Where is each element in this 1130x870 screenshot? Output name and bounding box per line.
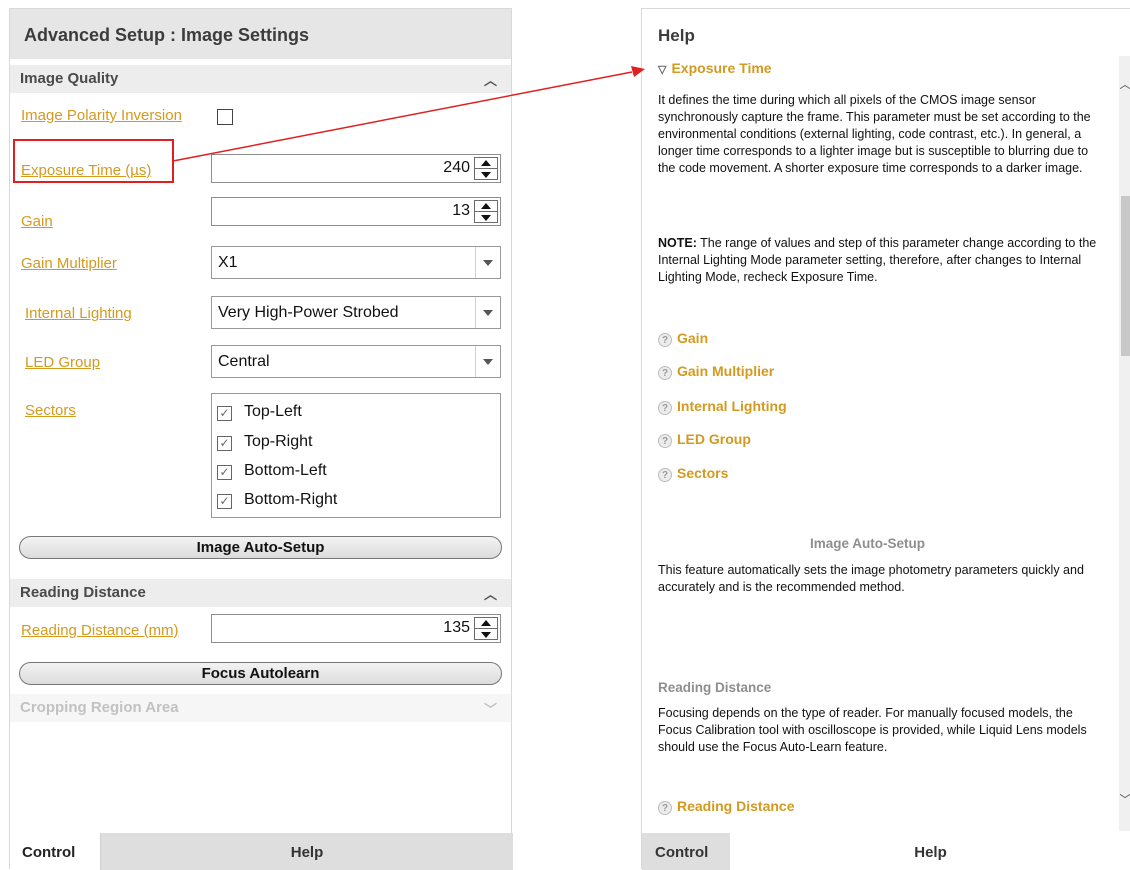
tab-control[interactable]: Control bbox=[10, 833, 100, 870]
scroll-down-icon[interactable]: ﹀ bbox=[1119, 791, 1130, 806]
help-circle-icon: ? bbox=[658, 401, 672, 415]
internal-lighting-link[interactable]: Internal Lighting bbox=[25, 305, 132, 322]
sector-label: Bottom-Left bbox=[244, 462, 327, 479]
help-link-internal-lighting[interactable]: ? Internal Lighting bbox=[658, 398, 787, 418]
chevron-down-icon[interactable] bbox=[475, 247, 500, 278]
decrement-button[interactable] bbox=[475, 212, 497, 223]
help-circle-icon: ? bbox=[658, 434, 672, 448]
reading-distance-heading: Reading Distance bbox=[658, 680, 772, 695]
scroll-thumb[interactable] bbox=[1121, 196, 1130, 356]
image-auto-setup-text: This feature automatically sets the imag… bbox=[658, 563, 1084, 594]
tab-help[interactable]: Help bbox=[730, 833, 1130, 870]
help-title: Help bbox=[658, 26, 695, 45]
cropping-region-section-header: Cropping Region Area ﹀ bbox=[10, 694, 511, 722]
section-title: Cropping Region Area bbox=[20, 699, 179, 716]
panel-title: Advanced Setup : Image Settings bbox=[10, 9, 511, 59]
led-group-link[interactable]: LED Group bbox=[25, 354, 100, 371]
image-quality-section-header[interactable]: Image Quality ︿ bbox=[10, 65, 511, 93]
help-link-led-group[interactable]: ? LED Group bbox=[658, 431, 751, 451]
help-link-reading-distance[interactable]: ? Reading Distance bbox=[658, 798, 794, 818]
help-circle-icon: ? bbox=[658, 366, 672, 380]
exposure-description: It defines the time during which all pix… bbox=[658, 93, 1091, 175]
topic-title: Exposure Time bbox=[671, 60, 772, 76]
image-auto-setup-heading: Image Auto-Setup bbox=[810, 536, 926, 551]
chevron-down-icon[interactable] bbox=[475, 297, 500, 328]
select-value: X1 bbox=[218, 254, 238, 271]
chevron-up-icon: ︿ bbox=[483, 73, 497, 88]
checkmark-icon[interactable]: ✓ bbox=[217, 436, 232, 451]
image-polarity-link[interactable]: Image Polarity Inversion bbox=[21, 107, 182, 124]
gain-multiplier-select[interactable]: X1 bbox=[211, 246, 501, 279]
sector-label: Top-Left bbox=[244, 403, 302, 420]
triangle-down-icon: ▽ bbox=[658, 64, 667, 76]
advanced-setup-panel: Advanced Setup : Image Settings Image Qu… bbox=[9, 8, 513, 870]
exposure-time-stepper[interactable]: 240 bbox=[211, 154, 501, 183]
link-label: Gain Multiplier bbox=[677, 363, 775, 379]
stepper-value: 240 bbox=[443, 159, 470, 176]
reading-distance-section-header[interactable]: Reading Distance ︿ bbox=[10, 579, 511, 607]
help-scrollbar[interactable]: ︿ ﹀ bbox=[1119, 56, 1130, 831]
image-auto-setup-button[interactable]: Image Auto-Setup bbox=[19, 536, 502, 559]
image-polarity-checkbox[interactable] bbox=[217, 109, 233, 125]
note-text: The range of values and step of this par… bbox=[658, 236, 1097, 284]
help-link-gain[interactable]: ? Gain bbox=[658, 330, 708, 350]
checkmark-icon[interactable]: ✓ bbox=[217, 494, 232, 509]
exposure-time-topic[interactable]: ▽ Exposure Time bbox=[658, 60, 772, 76]
help-circle-icon: ? bbox=[658, 801, 672, 815]
link-label: Internal Lighting bbox=[677, 398, 787, 414]
gain-multiplier-link[interactable]: Gain Multiplier bbox=[21, 255, 117, 272]
gain-stepper[interactable]: 13 bbox=[211, 197, 501, 226]
stepper-value: 135 bbox=[443, 619, 470, 636]
scroll-up-icon[interactable]: ︿ bbox=[1119, 76, 1130, 91]
help-circle-icon: ? bbox=[658, 333, 672, 347]
stepper-value: 13 bbox=[452, 202, 470, 219]
sector-label: Top-Right bbox=[244, 433, 313, 450]
internal-lighting-select[interactable]: Very High-Power Strobed bbox=[211, 296, 501, 329]
reading-distance-text: Focusing depends on the type of reader. … bbox=[658, 706, 1087, 754]
gain-link[interactable]: Gain bbox=[21, 213, 53, 230]
note-label: NOTE: bbox=[658, 236, 697, 250]
help-panel: Help ▽ Exposure Time It defines the time … bbox=[641, 8, 1130, 870]
chevron-up-icon: ︿ bbox=[483, 587, 497, 602]
chevron-down-icon: ﹀ bbox=[483, 702, 497, 717]
help-circle-icon: ? bbox=[658, 468, 672, 482]
increment-button[interactable] bbox=[475, 201, 497, 212]
reading-distance-link[interactable]: Reading Distance (mm) bbox=[21, 622, 179, 639]
decrement-button[interactable] bbox=[475, 169, 497, 180]
help-link-gain-multiplier[interactable]: ? Gain Multiplier bbox=[658, 363, 774, 383]
tab-control[interactable]: Control bbox=[642, 833, 730, 870]
checkmark-icon[interactable]: ✓ bbox=[217, 465, 232, 480]
focus-autolearn-button[interactable]: Focus Autolearn bbox=[19, 662, 502, 685]
help-link-sectors[interactable]: ? Sectors bbox=[658, 465, 728, 485]
link-label: Sectors bbox=[677, 465, 729, 481]
sectors-list: ✓ Top-Left ✓ Top-Right ✓ Bottom-Left ✓ B… bbox=[211, 393, 501, 518]
tab-help[interactable]: Help bbox=[100, 833, 513, 870]
decrement-button[interactable] bbox=[475, 629, 497, 640]
exposure-time-link[interactable]: Exposure Time (µs) bbox=[21, 162, 151, 179]
section-title: Image Quality bbox=[20, 70, 119, 87]
increment-button[interactable] bbox=[475, 158, 497, 169]
sectors-link[interactable]: Sectors bbox=[25, 402, 76, 419]
select-value: Central bbox=[218, 353, 270, 370]
link-label: Reading Distance bbox=[677, 798, 795, 814]
chevron-down-icon[interactable] bbox=[475, 346, 500, 377]
section-title: Reading Distance bbox=[20, 584, 146, 601]
select-value: Very High-Power Strobed bbox=[218, 304, 399, 321]
led-group-select[interactable]: Central bbox=[211, 345, 501, 378]
sector-label: Bottom-Right bbox=[244, 491, 338, 508]
reading-distance-stepper[interactable]: 135 bbox=[211, 614, 501, 643]
exposure-note: NOTE: The range of values and step of th… bbox=[658, 235, 1108, 286]
checkmark-icon[interactable]: ✓ bbox=[217, 406, 232, 421]
link-label: LED Group bbox=[677, 431, 751, 447]
link-label: Gain bbox=[677, 330, 709, 346]
increment-button[interactable] bbox=[475, 618, 497, 629]
